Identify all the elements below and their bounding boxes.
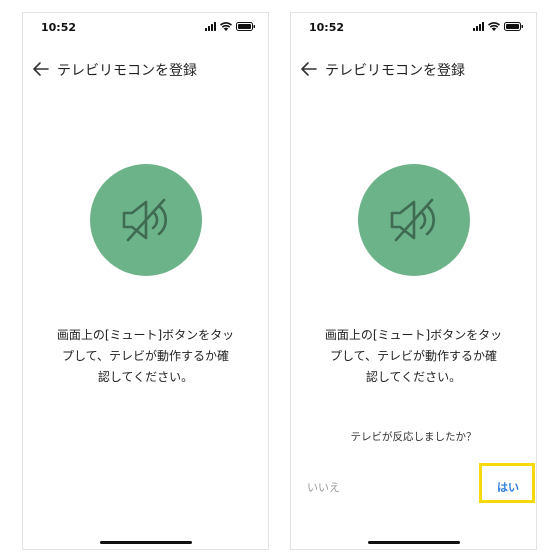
- back-arrow-icon[interactable]: [299, 59, 319, 79]
- page-title: テレビリモコンを登録: [57, 63, 197, 79]
- status-icons: [205, 22, 256, 31]
- instruction-line: 認してください。: [365, 370, 462, 384]
- wifi-icon: [220, 22, 232, 31]
- reaction-question: テレビが反応しましたか？: [350, 431, 477, 443]
- status-time: 10:52: [41, 21, 77, 34]
- instruction-line: 画面上の[ミュート]ボタンをタッ: [56, 328, 235, 342]
- back-arrow-icon[interactable]: [31, 59, 51, 79]
- instruction-line: 画面上の[ミュート]ボタンをタッ: [324, 328, 503, 342]
- phone-screen-right: 10:52 テレビリモコンを登録 画面上の[ミュート]ボタンをタッ プして、テレ…: [290, 12, 537, 550]
- status-icons: [473, 22, 524, 31]
- battery-icon: [236, 22, 256, 31]
- speaker-muted-icon: [390, 198, 435, 242]
- page-title: テレビリモコンを登録: [325, 63, 465, 79]
- cellular-signal-icon: [473, 22, 484, 31]
- home-indicator[interactable]: [368, 541, 460, 544]
- status-bar: 10:52: [291, 13, 536, 41]
- app-header: テレビリモコンを登録: [23, 53, 268, 87]
- speaker-muted-icon: [122, 198, 167, 242]
- status-time: 10:52: [309, 21, 345, 34]
- yes-button[interactable]: はい: [497, 479, 519, 495]
- cellular-signal-icon: [205, 22, 216, 31]
- instruction-line: プして、テレビが動作するか確: [61, 349, 230, 363]
- phone-screen-left: 10:52 テレビリモコンを登録 画面上の[ミュート]ボタンをタッ プして、テレ…: [22, 12, 269, 550]
- home-indicator[interactable]: [100, 541, 192, 544]
- mute-illustration: [90, 164, 202, 276]
- instruction-text: 画面上の[ミュート]ボタンをタッ プして、テレビが動作するか確 認してください。: [23, 325, 268, 388]
- instruction-line: 認してください。: [97, 370, 194, 384]
- no-button[interactable]: いいえ: [307, 479, 340, 495]
- instruction-line: プして、テレビが動作するか確: [329, 349, 498, 363]
- app-header: テレビリモコンを登録: [291, 53, 536, 87]
- battery-icon: [504, 22, 524, 31]
- status-bar: 10:52: [23, 13, 268, 41]
- instruction-text: 画面上の[ミュート]ボタンをタッ プして、テレビが動作するか確 認してください。: [291, 325, 536, 388]
- wifi-icon: [488, 22, 500, 31]
- mute-illustration: [358, 164, 470, 276]
